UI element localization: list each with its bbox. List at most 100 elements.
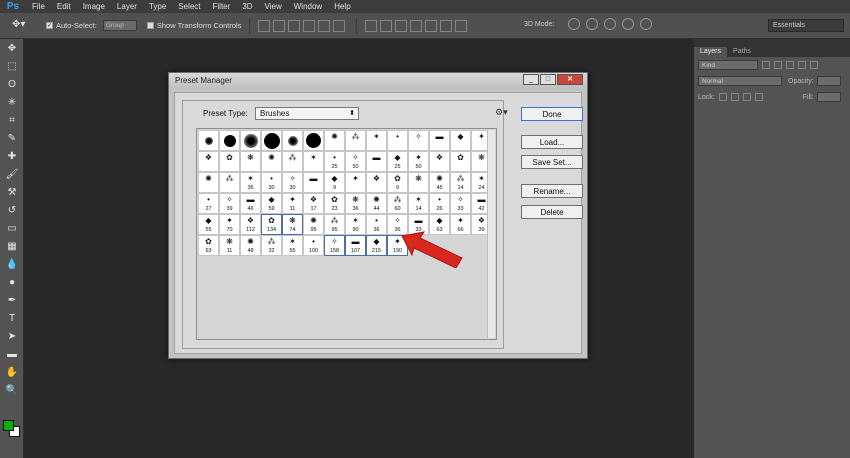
auto-align-icon[interactable] xyxy=(455,19,468,32)
tab-paths[interactable]: Paths xyxy=(727,47,757,57)
move-tool-preset-icon[interactable]: ✥▾ xyxy=(12,19,36,33)
brush-preset[interactable] xyxy=(303,130,324,151)
brush-tool-icon[interactable]: 🖌 xyxy=(0,165,24,183)
brush-preset[interactable]: ✶ 90 xyxy=(345,214,366,235)
menu-view[interactable]: View xyxy=(259,2,288,11)
filter-pixel-icon[interactable] xyxy=(762,61,770,69)
auto-select-checkbox[interactable]: ✓ xyxy=(46,22,53,29)
menu-type[interactable]: Type xyxy=(143,2,172,11)
brush-preset[interactable]: ✧ xyxy=(408,130,429,151)
brush-preset[interactable]: ✺ xyxy=(198,172,219,193)
lock-all-icon[interactable] xyxy=(754,93,763,101)
brush-preset[interactable] xyxy=(198,130,219,151)
brush-preset[interactable]: ✧ 30 xyxy=(282,172,303,193)
brush-preset[interactable]: ❋ 74 xyxy=(282,214,303,235)
foreground-color-swatch[interactable] xyxy=(3,420,14,431)
distribute-hcenter-icon[interactable] xyxy=(425,19,438,32)
align-hcenter-icon[interactable] xyxy=(318,19,331,32)
healing-tool-icon[interactable]: ✚ xyxy=(0,147,24,165)
crop-tool-icon[interactable]: ⌗ xyxy=(0,111,24,129)
menu-filter[interactable]: Filter xyxy=(207,2,237,11)
menu-3d[interactable]: 3D xyxy=(236,2,258,11)
menu-file[interactable]: File xyxy=(26,2,51,11)
brush-preset[interactable]: ❖ 112 xyxy=(240,214,261,235)
align-bottom-icon[interactable] xyxy=(288,19,301,32)
brush-preset[interactable]: ▬ xyxy=(303,172,324,193)
distribute-bottom-icon[interactable] xyxy=(395,19,408,32)
distribute-left-icon[interactable] xyxy=(410,19,423,32)
brush-preset[interactable]: • 36 xyxy=(366,214,387,235)
brush-preset[interactable]: ✦ 70 xyxy=(219,214,240,235)
3d-drag-icon[interactable] xyxy=(604,18,616,30)
zoom-tool-icon[interactable]: 🔍 xyxy=(0,381,24,399)
close-button[interactable]: ✕ xyxy=(557,74,583,85)
brush-preset[interactable]: ◆ 9 xyxy=(324,172,345,193)
brush-preset[interactable]: ❖ 17 xyxy=(303,193,324,214)
brush-preset[interactable]: • 30 xyxy=(261,172,282,193)
brush-preset[interactable]: ⁂ xyxy=(219,172,240,193)
brush-preset[interactable]: ✦ 50 xyxy=(408,151,429,172)
menu-image[interactable]: Image xyxy=(77,2,111,11)
save-set-button[interactable]: Save Set... xyxy=(521,155,583,169)
brush-preset[interactable]: ✶ 55 xyxy=(282,235,303,256)
show-transform-checkbox[interactable] xyxy=(146,22,154,29)
auto-select-dropdown[interactable]: Group xyxy=(102,20,137,31)
brush-preset[interactable]: ❋ xyxy=(408,172,429,193)
brush-preset[interactable]: ✺ xyxy=(261,151,282,172)
clone-stamp-tool-icon[interactable]: ⚒ xyxy=(0,183,24,201)
scrollbar[interactable] xyxy=(487,130,495,338)
3d-rotate-icon[interactable] xyxy=(568,18,580,30)
brush-preset[interactable]: ◆ xyxy=(450,130,471,151)
3d-roll-icon[interactable] xyxy=(586,18,598,30)
menu-layer[interactable]: Layer xyxy=(111,2,143,11)
filter-shape-icon[interactable] xyxy=(798,61,806,69)
distribute-vcenter-icon[interactable] xyxy=(380,19,393,32)
brush-preset[interactable]: • 26 xyxy=(429,193,450,214)
move-tool-icon[interactable]: ✥ xyxy=(0,39,24,57)
filter-type-icon[interactable] xyxy=(786,61,794,69)
brush-preset[interactable]: ✶ xyxy=(303,151,324,172)
brush-preset[interactable]: • 25 xyxy=(324,151,345,172)
kind-filter-dropdown[interactable]: Kind xyxy=(698,60,758,70)
gradient-tool-icon[interactable]: ▦ xyxy=(0,237,24,255)
brush-preset[interactable]: ✧ 39 xyxy=(219,193,240,214)
align-top-icon[interactable] xyxy=(258,19,271,32)
brush-preset[interactable]: • 27 xyxy=(198,193,219,214)
lock-brush-icon[interactable] xyxy=(730,93,739,101)
filter-adjust-icon[interactable] xyxy=(774,61,782,69)
brush-preset[interactable]: ✿ 134 xyxy=(261,214,282,235)
brush-preset[interactable]: ▬ 46 xyxy=(240,193,261,214)
brush-preset[interactable]: ❋ 11 xyxy=(219,235,240,256)
eraser-tool-icon[interactable]: ▭ xyxy=(0,219,24,237)
brush-preset[interactable]: ✶ xyxy=(366,130,387,151)
brush-preset[interactable]: ✿ 23 xyxy=(324,193,345,214)
path-selection-tool-icon[interactable]: ➤ xyxy=(0,327,24,345)
workspace-switcher[interactable]: Essentials xyxy=(768,19,844,32)
brush-preset[interactable]: ◆ 215 xyxy=(366,235,387,256)
brush-preset[interactable]: ❖ xyxy=(198,151,219,172)
align-vcenter-icon[interactable] xyxy=(273,19,286,32)
gear-icon[interactable]: ⚙▾ xyxy=(495,107,508,118)
brush-preset[interactable]: • 100 xyxy=(303,235,324,256)
brush-preset[interactable]: ◆ 25 xyxy=(387,151,408,172)
brush-preset[interactable]: ▬ xyxy=(366,151,387,172)
brush-preset[interactable]: ❖ xyxy=(366,172,387,193)
shape-tool-icon[interactable]: ▬ xyxy=(0,345,24,363)
brush-preset[interactable] xyxy=(240,130,261,151)
brush-preset[interactable] xyxy=(219,130,240,151)
pen-tool-icon[interactable]: ✒ xyxy=(0,291,24,309)
brush-preset[interactable]: ▬ 107 xyxy=(345,235,366,256)
3d-slide-icon[interactable] xyxy=(622,18,634,30)
brush-preset[interactable]: ✿ 9 xyxy=(387,172,408,193)
brush-preset[interactable]: ◆ 59 xyxy=(261,193,282,214)
brush-preset[interactable]: ✺ xyxy=(324,130,345,151)
hand-tool-icon[interactable]: ✋ xyxy=(0,363,24,381)
delete-button[interactable]: Delete xyxy=(521,205,583,219)
brush-preset[interactable]: ⁂ 32 xyxy=(261,235,282,256)
brush-preset[interactable]: ✺ 44 xyxy=(366,193,387,214)
menu-edit[interactable]: Edit xyxy=(51,2,77,11)
brush-preset[interactable]: ✦ xyxy=(345,172,366,193)
maximize-button[interactable]: □ xyxy=(540,74,556,85)
blur-tool-icon[interactable]: 💧 xyxy=(0,255,24,273)
brush-preset[interactable]: ⁂ 95 xyxy=(324,214,345,235)
